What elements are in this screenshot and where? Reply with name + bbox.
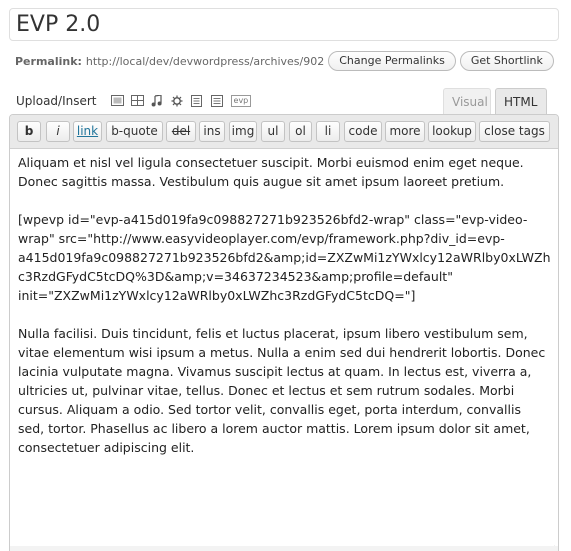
add-document-icon[interactable] <box>190 95 205 107</box>
post-title-text: EVP 2.0 <box>16 12 101 37</box>
add-media-icon[interactable] <box>171 95 185 107</box>
add-form-icon[interactable] <box>210 95 225 107</box>
html-editor: b i link b-quote del ins img ul ol li co… <box>9 114 559 551</box>
qt-ul-button[interactable]: ul <box>261 121 285 142</box>
editor-status-bar <box>9 546 559 551</box>
get-shortlink-button[interactable]: Get Shortlink <box>459 51 554 71</box>
change-permalinks-button[interactable]: Change Permalinks <box>328 51 456 71</box>
qt-img-button[interactable]: img <box>229 121 257 142</box>
add-audio-icon[interactable] <box>151 95 165 107</box>
qt-bold-button[interactable]: b <box>17 121 41 142</box>
qt-ol-button[interactable]: ol <box>289 121 312 142</box>
upload-insert-bar: Upload/Insert evp <box>16 92 252 110</box>
upload-insert-label: Upload/Insert <box>16 94 97 108</box>
qt-link-button[interactable]: link <box>73 121 102 142</box>
tab-visual[interactable]: Visual <box>443 88 491 114</box>
editor-content-textarea[interactable]: Aliquam et nisl vel ligula consectetuer … <box>18 153 552 542</box>
permalink-url[interactable]: http://local/dev/devwordpress/archives/9… <box>86 55 324 68</box>
qt-ins-button[interactable]: ins <box>199 121 225 142</box>
qt-more-button[interactable]: more <box>385 121 425 142</box>
qt-del-button[interactable]: del <box>166 121 196 142</box>
qt-code-button[interactable]: code <box>344 121 382 142</box>
qt-close-tags-button[interactable]: close tags <box>479 121 550 142</box>
qt-blockquote-button[interactable]: b-quote <box>106 121 163 142</box>
tab-html[interactable]: HTML <box>495 88 547 114</box>
post-title-input[interactable]: EVP 2.0 <box>9 8 559 41</box>
quicktags-toolbar: b i link b-quote del ins img ul ol li co… <box>10 115 558 149</box>
permalink-label: Permalink: <box>15 54 82 68</box>
evp-insert-icon[interactable]: evp <box>230 95 252 107</box>
add-video-icon[interactable] <box>130 95 145 107</box>
add-image-icon[interactable] <box>110 95 125 107</box>
permalink-row: Permalink: http://local/dev/devwordpress… <box>15 50 554 72</box>
qt-italic-button[interactable]: i <box>46 121 70 142</box>
qt-li-button[interactable]: li <box>316 121 340 142</box>
qt-lookup-button[interactable]: lookup <box>428 121 476 142</box>
